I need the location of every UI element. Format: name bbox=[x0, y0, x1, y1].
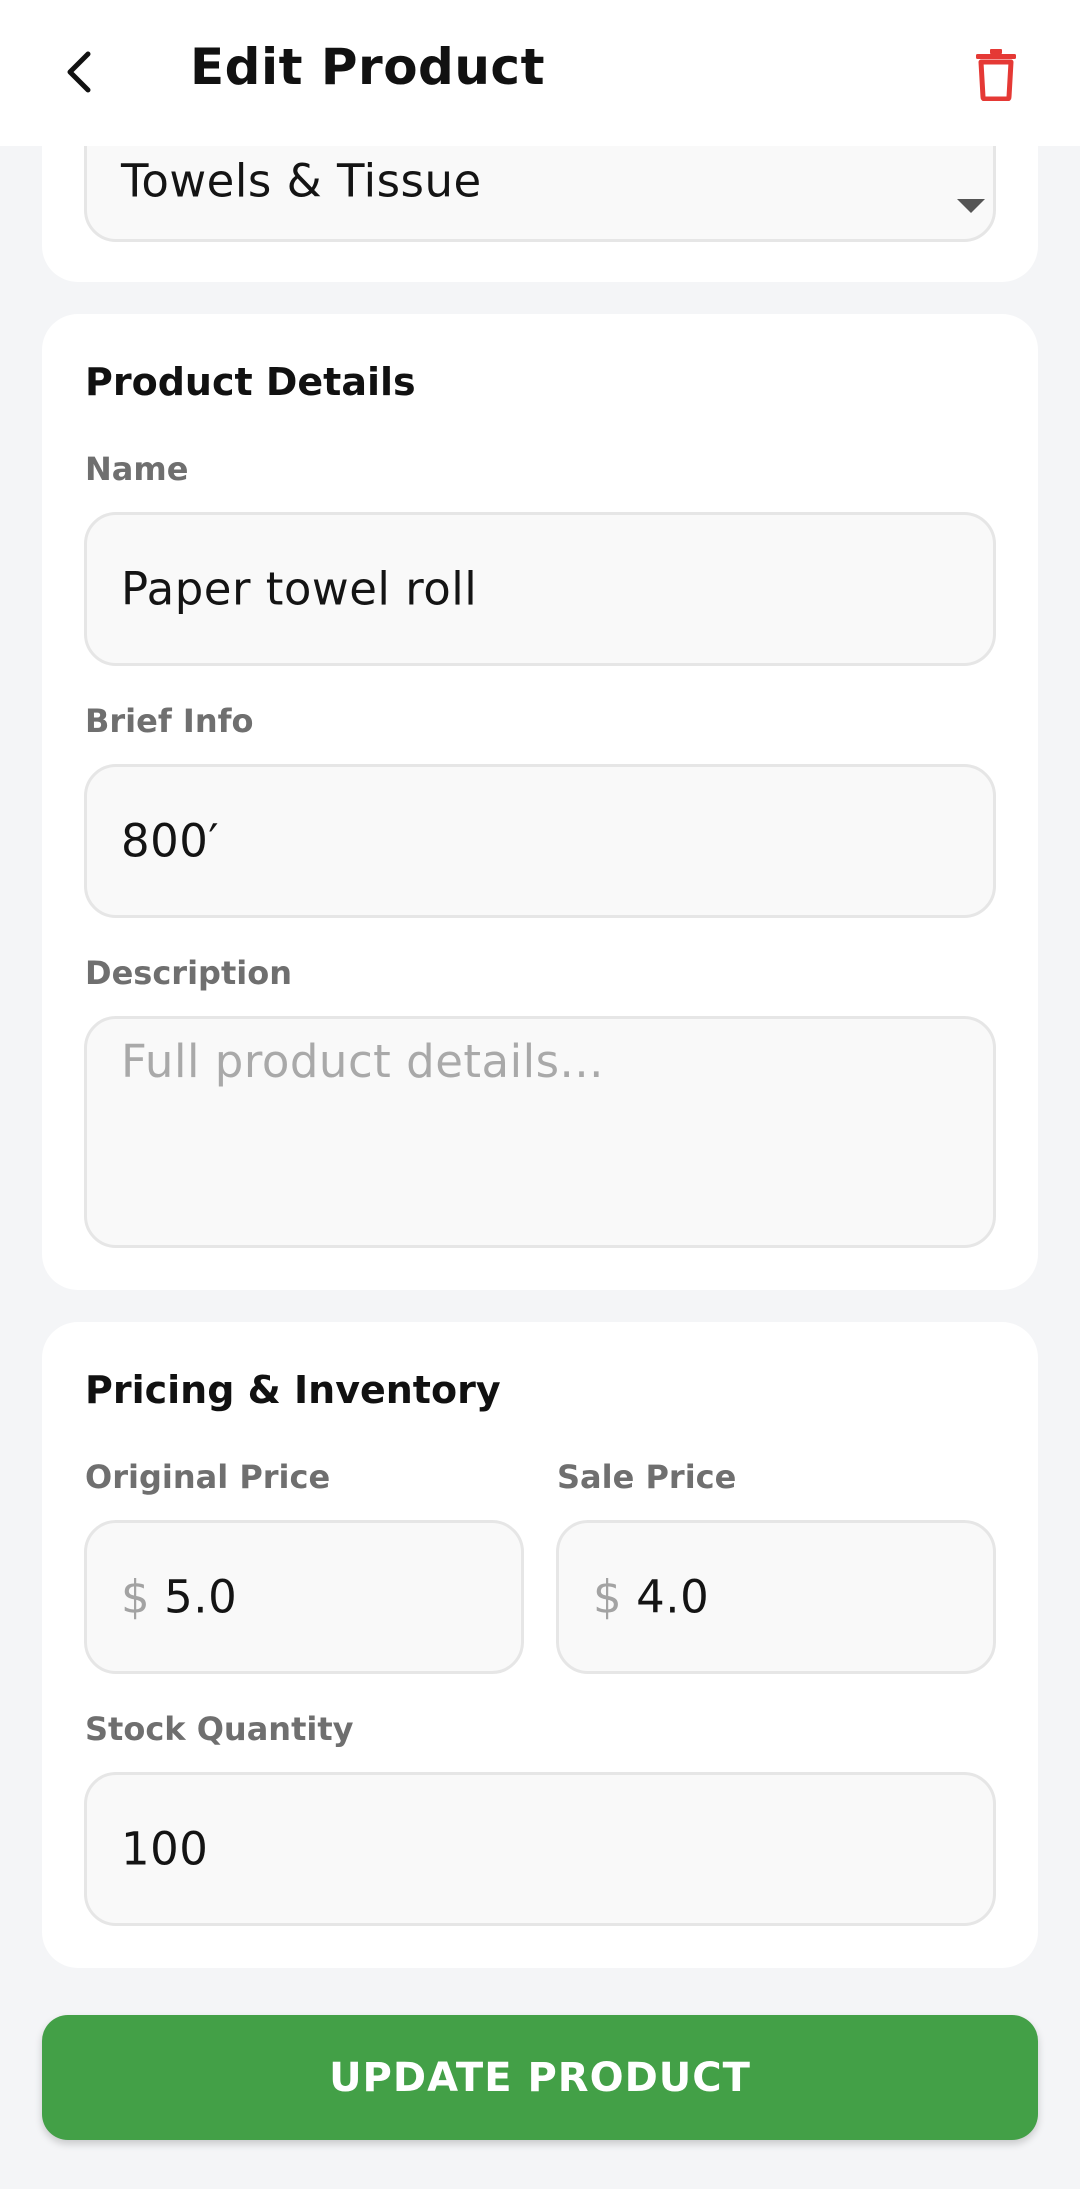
currency-symbol: $ bbox=[121, 1570, 151, 1624]
sale-price-value: 4.0 bbox=[636, 1570, 710, 1624]
brief-info-value: 800′ bbox=[121, 814, 220, 868]
chevron-left-icon bbox=[67, 51, 91, 93]
original-price-text: $5.0 bbox=[121, 1571, 237, 1624]
update-product-button[interactable]: UPDATE PRODUCT bbox=[42, 2015, 1038, 2140]
name-label: Name bbox=[85, 450, 189, 488]
dropdown-arrow-icon bbox=[957, 199, 985, 213]
stock-quantity-value: 100 bbox=[121, 1822, 209, 1876]
back-button[interactable] bbox=[48, 42, 108, 102]
original-price-label: Original Price bbox=[85, 1458, 331, 1496]
section-title-pricing: Pricing & Inventory bbox=[85, 1368, 501, 1412]
sale-price-field[interactable]: $4.0 bbox=[556, 1520, 996, 1674]
page-title: Edit Product bbox=[190, 38, 545, 96]
brief-info-field[interactable]: 800′ bbox=[84, 764, 996, 918]
sale-price-label: Sale Price bbox=[557, 1458, 737, 1496]
pricing-inventory-card: Pricing & Inventory Original Price $5.0 … bbox=[42, 1322, 1038, 1968]
original-price-field[interactable]: $5.0 bbox=[84, 1520, 524, 1674]
description-field[interactable]: Full product details... bbox=[84, 1016, 996, 1248]
delete-button[interactable] bbox=[968, 44, 1024, 104]
category-selected-value: Towels & Tissue bbox=[121, 154, 482, 208]
app-bar: Edit Product bbox=[0, 0, 1080, 146]
stock-quantity-label: Stock Quantity bbox=[85, 1710, 354, 1748]
description-placeholder: Full product details... bbox=[121, 1035, 604, 1088]
section-title-product-details: Product Details bbox=[85, 360, 416, 404]
name-field[interactable]: Paper towel roll bbox=[84, 512, 996, 666]
sale-price-text: $4.0 bbox=[593, 1571, 709, 1624]
original-price-value: 5.0 bbox=[164, 1570, 238, 1624]
description-label: Description bbox=[85, 954, 292, 992]
product-details-card: Product Details Name Paper towel roll Br… bbox=[42, 314, 1038, 1290]
stock-quantity-field[interactable]: 100 bbox=[84, 1772, 996, 1926]
name-value: Paper towel roll bbox=[121, 562, 478, 616]
brief-info-label: Brief Info bbox=[85, 702, 254, 740]
trash-icon bbox=[976, 49, 1016, 101]
currency-symbol: $ bbox=[593, 1570, 623, 1624]
